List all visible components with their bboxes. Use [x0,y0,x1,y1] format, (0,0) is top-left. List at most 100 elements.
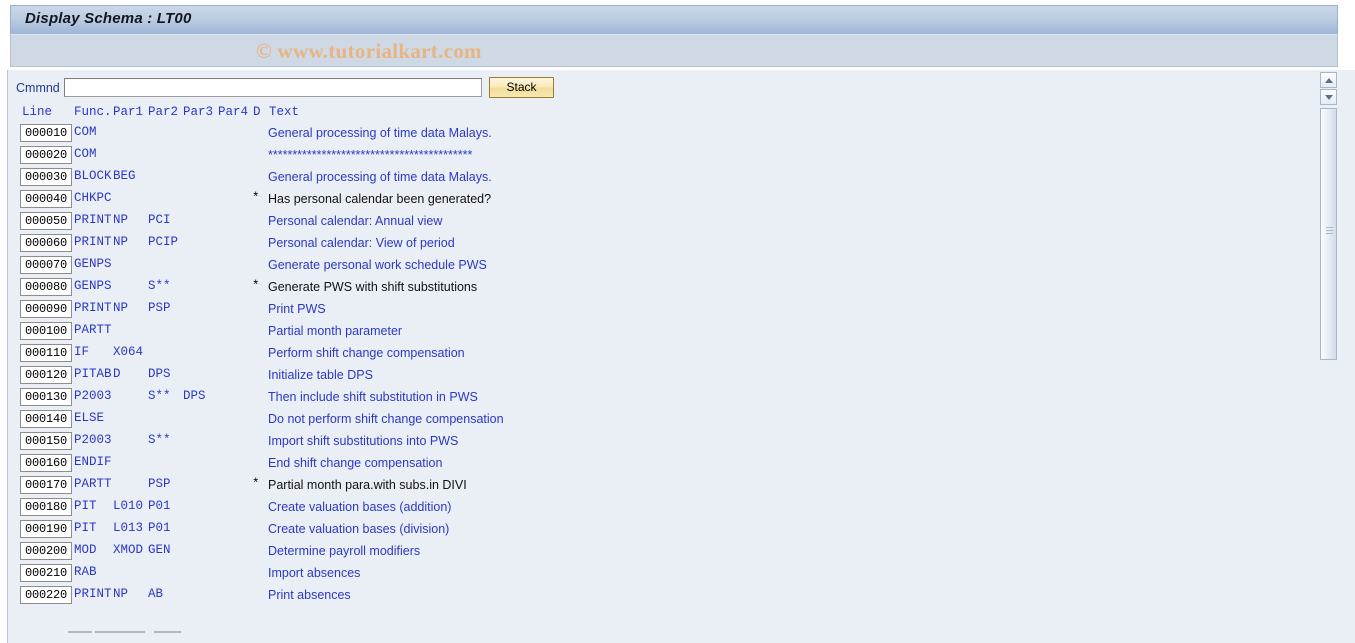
cell-func[interactable]: PRINT [74,301,112,315]
cell-func[interactable]: IF [74,345,89,359]
line-number-field[interactable]: 000200 [20,542,72,560]
cell-par1[interactable]: D [113,367,121,381]
cell-text[interactable]: Determine payroll modifiers [268,544,420,558]
cell-par1[interactable]: XMOD [113,543,143,557]
cell-func[interactable]: PIT [74,499,97,513]
table-row[interactable]: 000060 PRINT NP PCIP Personal calendar: View… [8,233,1355,255]
cell-d[interactable]: * [252,191,260,205]
cell-text[interactable]: Create valuation bases (addition) [268,500,451,514]
cell-par2[interactable]: P01 [148,499,171,513]
line-number-field[interactable]: 000180 [20,498,72,516]
cell-text[interactable]: Initialize table DPS [268,368,373,382]
cell-text[interactable]: Perform shift change compensation [268,346,465,360]
cell-par1[interactable]: BEG [113,169,136,183]
cell-text[interactable]: Generate PWS with shift substitutions [268,280,477,294]
table-row[interactable]: 000040 CHKPC * Has personal calendar been g… [8,189,1355,211]
line-number-field[interactable]: 000150 [20,432,72,450]
cell-func[interactable]: PRINT [74,235,112,249]
table-row[interactable]: 000070 GENPS Generate personal work schedu… [8,255,1355,277]
table-row[interactable]: 000090 PRINT NP PSP Print PWS [8,299,1355,321]
table-row[interactable]: 000010 COM General processing of time data… [8,123,1355,145]
scroll-up-button[interactable] [1320,72,1337,88]
line-number-field[interactable]: 000040 [20,190,72,208]
line-number-field[interactable]: 000100 [20,322,72,340]
cell-par2[interactable]: GEN [148,543,171,557]
cell-func[interactable]: CHKPC [74,191,112,205]
cell-text[interactable]: ****************************************… [268,148,472,162]
cell-text[interactable]: Partial month para.with subs.in DIVI [268,478,467,492]
table-row[interactable]: 000030 BLOCK BEG General processing of time… [8,167,1355,189]
cell-par2[interactable]: DPS [148,367,171,381]
cell-text[interactable]: Partial month parameter [268,324,402,338]
cell-func[interactable]: PRINT [74,587,112,601]
cell-text[interactable]: Import shift substitutions into PWS [268,434,458,448]
hscroll-thumb[interactable] [95,631,145,633]
cell-func[interactable]: COM [74,125,97,139]
cell-par1[interactable]: NP [113,301,128,315]
cell-func[interactable]: GENPS [74,257,112,271]
horizontal-scrollbar[interactable] [68,625,468,641]
cell-func[interactable]: PITAB [74,367,112,381]
cell-text[interactable]: Has personal calendar been generated? [268,192,491,206]
cell-func[interactable]: P2003 [74,433,112,447]
cell-text[interactable]: Print absences [268,588,351,602]
cell-text[interactable]: Import absences [268,566,360,580]
table-row[interactable]: 000130 P2003 S** DPS Then include shift subs… [8,387,1355,409]
cell-par2[interactable]: P01 [148,521,171,535]
line-number-field[interactable]: 000010 [20,124,72,142]
cell-par1[interactable]: NP [113,213,128,227]
cell-text[interactable]: Print PWS [268,302,326,316]
table-row[interactable]: 000170 PARTT PSP * Partial month para.with s… [8,475,1355,497]
line-number-field[interactable]: 000220 [20,586,72,604]
table-row[interactable]: 000210 RAB Import absences [8,563,1355,585]
line-number-field[interactable]: 000080 [20,278,72,296]
cell-par2[interactable]: S** [148,279,171,293]
line-number-field[interactable]: 000070 [20,256,72,274]
table-row[interactable]: 000220 PRINT NP AB Print absences [8,585,1355,607]
table-row[interactable]: 000200 MOD XMOD GEN Determine payroll modifi… [8,541,1355,563]
cell-par2[interactable]: PSP [148,301,171,315]
cell-text[interactable]: Then include shift substitution in PWS [268,390,478,404]
cell-d[interactable]: * [252,477,260,491]
cell-par2[interactable]: PCIP [148,235,178,249]
cell-text[interactable]: Generate personal work schedule PWS [268,258,487,272]
cell-d[interactable]: * [252,279,260,293]
cell-par1[interactable]: NP [113,587,128,601]
scroll-down-button[interactable] [1320,89,1337,105]
line-number-field[interactable]: 000160 [20,454,72,472]
line-number-field[interactable]: 000120 [20,366,72,384]
hscroll-segment-left[interactable] [68,631,92,633]
cell-par1[interactable]: X064 [113,345,143,359]
cell-text[interactable]: General processing of time data Malays. [268,126,492,140]
cell-par2[interactable]: S** [148,389,171,403]
cell-text[interactable]: Create valuation bases (division) [268,522,449,536]
cell-func[interactable]: COM [74,147,97,161]
table-row[interactable]: 000080 GENPS S** * Generate PWS with shift s… [8,277,1355,299]
line-number-field[interactable]: 000110 [20,344,72,362]
cell-func[interactable]: RAB [74,565,97,579]
cell-par2[interactable]: AB [148,587,163,601]
vertical-scroll-track[interactable] [1320,108,1337,360]
line-number-field[interactable]: 000030 [20,168,72,186]
table-row[interactable]: 000020 COM *******************************… [8,145,1355,167]
table-row[interactable]: 000150 P2003 S** Import shift substitutions… [8,431,1355,453]
cell-text[interactable]: Personal calendar: Annual view [268,214,442,228]
cell-func[interactable]: GENPS [74,279,112,293]
line-number-field[interactable]: 000090 [20,300,72,318]
cell-par3[interactable]: DPS [183,389,206,403]
cell-text[interactable]: End shift change compensation [268,456,442,470]
table-row[interactable]: 000110 IF X064 Perform shift change compens… [8,343,1355,365]
cell-par1[interactable]: L010 [113,499,143,513]
line-number-field[interactable]: 000050 [20,212,72,230]
line-number-field[interactable]: 000020 [20,146,72,164]
line-number-field[interactable]: 000210 [20,564,72,582]
table-row[interactable]: 000190 PIT L013 P01 Create valuation bases (… [8,519,1355,541]
table-row[interactable]: 000160 ENDIF End shift change compensation [8,453,1355,475]
cell-func[interactable]: P2003 [74,389,112,403]
stack-button[interactable]: Stack [489,77,554,98]
cell-text[interactable]: General processing of time data Malays. [268,170,492,184]
table-row[interactable]: 000120 PITAB D DPS Initialize table DPS [8,365,1355,387]
cell-func[interactable]: PRINT [74,213,112,227]
cell-func[interactable]: ELSE [74,411,104,425]
command-input[interactable] [64,78,482,97]
